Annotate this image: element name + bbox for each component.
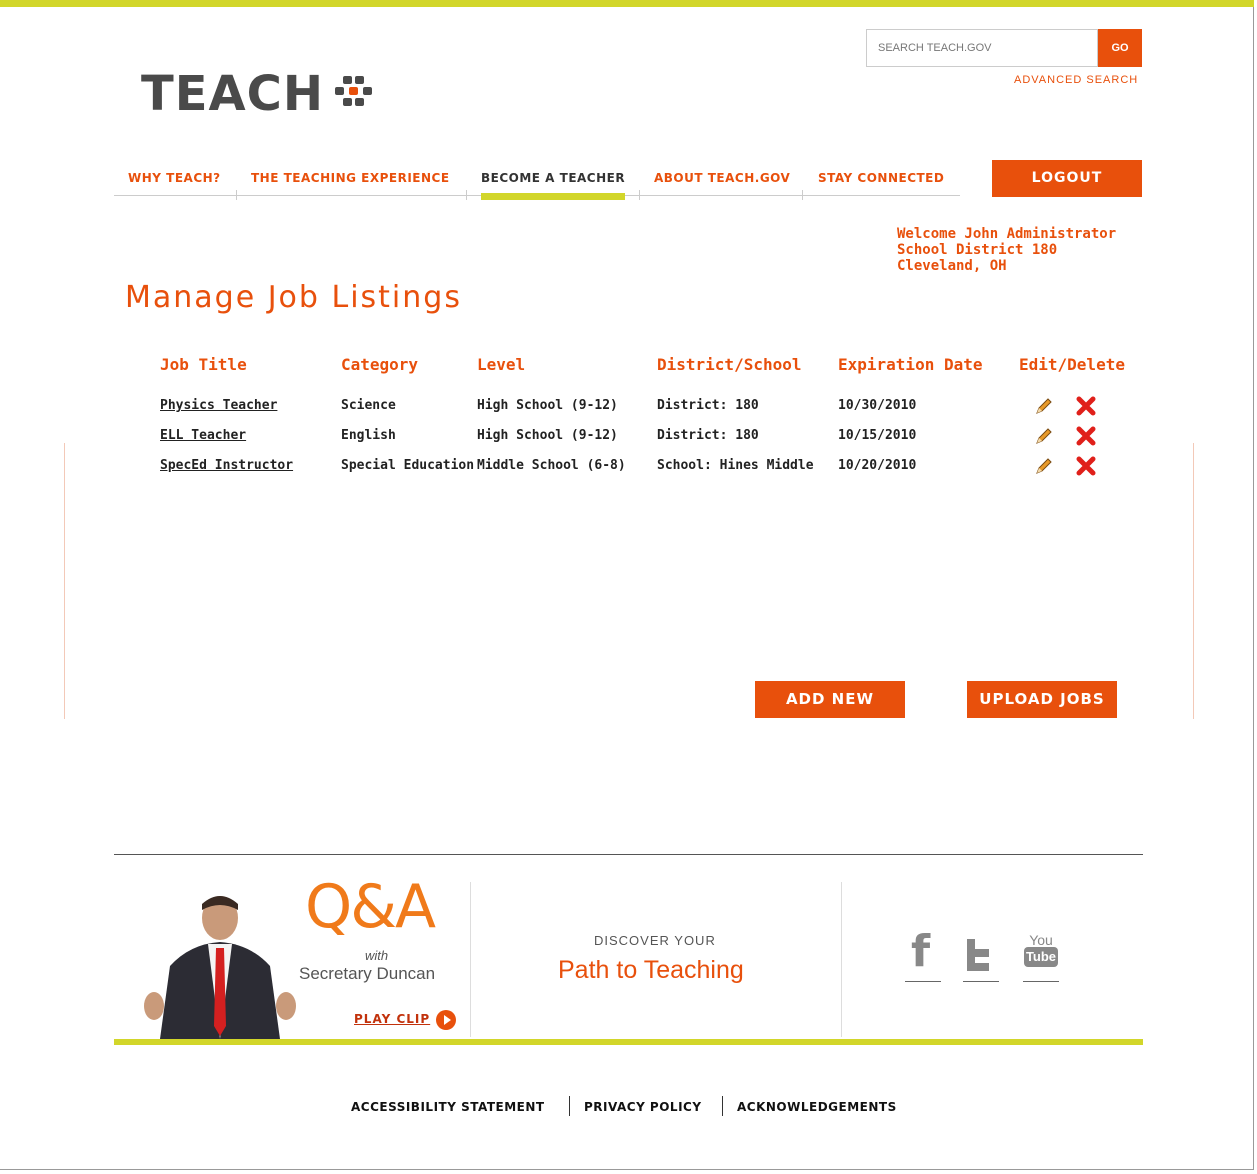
job-expiration: 10/15/2010 — [838, 428, 917, 443]
col-header-expiration: Expiration Date — [838, 355, 983, 374]
nav-tick — [236, 190, 237, 200]
teach-logo[interactable]: TEACH — [141, 66, 324, 122]
facebook-underline — [905, 981, 941, 982]
privacy-policy-link[interactable]: PRIVACY POLICY — [584, 1100, 702, 1114]
twitter-underline — [963, 981, 999, 982]
secretary-duncan-photo — [144, 896, 296, 1039]
advanced-search-link[interactable]: ADVANCED SEARCH — [1014, 74, 1138, 86]
play-clip-link[interactable]: PLAY CLIP — [354, 1012, 430, 1026]
path-to-teaching-link[interactable]: Path to Teaching — [558, 956, 744, 985]
job-level: High School (9-12) — [477, 398, 618, 413]
job-level: High School (9-12) — [477, 428, 618, 443]
welcome-user: Welcome John Administrator — [897, 226, 1117, 242]
col-header-category: Category — [341, 355, 419, 374]
logout-button[interactable]: LOGOUT — [992, 160, 1142, 197]
nav-item-become-teacher[interactable]: BECOME A TEACHER — [481, 171, 625, 185]
job-district: District: 180 — [657, 428, 759, 443]
nav-active-indicator — [481, 193, 625, 200]
youtube-icon[interactable]: You Tube — [1024, 933, 1058, 967]
job-category: English — [341, 428, 396, 443]
col-header-edit-delete: Edit/Delete — [1019, 355, 1125, 374]
logo-dots-icon — [335, 74, 377, 116]
nav-tick — [466, 190, 467, 200]
delete-x-icon[interactable] — [1075, 455, 1097, 477]
job-category: Science — [341, 398, 396, 413]
accessibility-statement-link[interactable]: ACCESSIBILITY STATEMENT — [351, 1100, 545, 1114]
footer-divider-vertical — [841, 882, 842, 1037]
nav-tick — [802, 190, 803, 200]
job-category: Special Education — [341, 458, 475, 473]
discover-label: DISCOVER YOUR — [594, 933, 716, 948]
footer-link-separator — [569, 1096, 570, 1116]
nav-tick — [639, 190, 640, 200]
facebook-icon[interactable]: f — [911, 930, 930, 974]
job-title-link[interactable]: Physics Teacher — [160, 398, 277, 413]
page-title: Manage Job Listings — [125, 280, 462, 315]
edit-pencil-icon[interactable] — [1033, 395, 1055, 417]
edit-pencil-icon[interactable] — [1033, 425, 1055, 447]
qa-with: with — [365, 948, 389, 963]
job-district: School: Hines Middle — [657, 458, 814, 473]
job-level: Middle School (6-8) — [477, 458, 626, 473]
nav-item-why-teach[interactable]: WHY TEACH? — [128, 171, 221, 185]
nav-item-teaching-experience[interactable]: THE TEACHING EXPERIENCE — [251, 171, 450, 185]
col-header-level: Level — [477, 355, 526, 374]
youtube-icon-top: You — [1029, 932, 1053, 948]
edit-pencil-icon[interactable] — [1033, 455, 1055, 477]
acknowledgements-link[interactable]: ACKNOWLEDGEMENTS — [737, 1100, 897, 1114]
search-input[interactable]: SEARCH TEACH.GOV — [866, 29, 1098, 67]
upload-jobs-button[interactable]: UPLOAD JOBS — [967, 681, 1117, 718]
youtube-underline — [1023, 981, 1059, 982]
welcome-block: Welcome John Administrator School Distri… — [897, 226, 1116, 274]
content-border-right — [1193, 443, 1194, 719]
footer-link-separator — [722, 1096, 723, 1116]
job-title-link[interactable]: SpecEd Instructor — [160, 458, 293, 473]
col-header-district: District/School — [657, 355, 802, 374]
twitter-icon[interactable] — [963, 935, 997, 975]
footer-accent-bar — [114, 1039, 1143, 1045]
top-accent-bar — [0, 0, 1254, 7]
welcome-location: Cleveland, OH — [897, 258, 1007, 274]
search-go-button[interactable]: GO — [1098, 29, 1142, 67]
play-icon[interactable] — [436, 1010, 456, 1030]
footer-divider-vertical — [470, 882, 471, 1037]
job-district: District: 180 — [657, 398, 759, 413]
delete-x-icon[interactable] — [1075, 425, 1097, 447]
welcome-district: School District 180 — [897, 242, 1058, 258]
qa-title: Q&A — [305, 872, 436, 942]
youtube-icon-bottom: Tube — [1024, 947, 1058, 967]
delete-x-icon[interactable] — [1075, 395, 1097, 417]
add-new-button[interactable]: ADD NEW — [755, 681, 905, 718]
col-header-job-title: Job Title — [160, 355, 247, 374]
job-expiration: 10/20/2010 — [838, 458, 917, 473]
nav-item-about[interactable]: ABOUT TEACH.GOV — [654, 171, 790, 185]
content-border-left — [64, 443, 65, 719]
job-title-link[interactable]: ELL Teacher — [160, 428, 246, 443]
job-expiration: 10/30/2010 — [838, 398, 917, 413]
footer-divider — [114, 854, 1143, 855]
qa-secretary-name: Secretary Duncan — [299, 964, 436, 983]
nav-item-stay-connected[interactable]: STAY CONNECTED — [818, 171, 944, 185]
